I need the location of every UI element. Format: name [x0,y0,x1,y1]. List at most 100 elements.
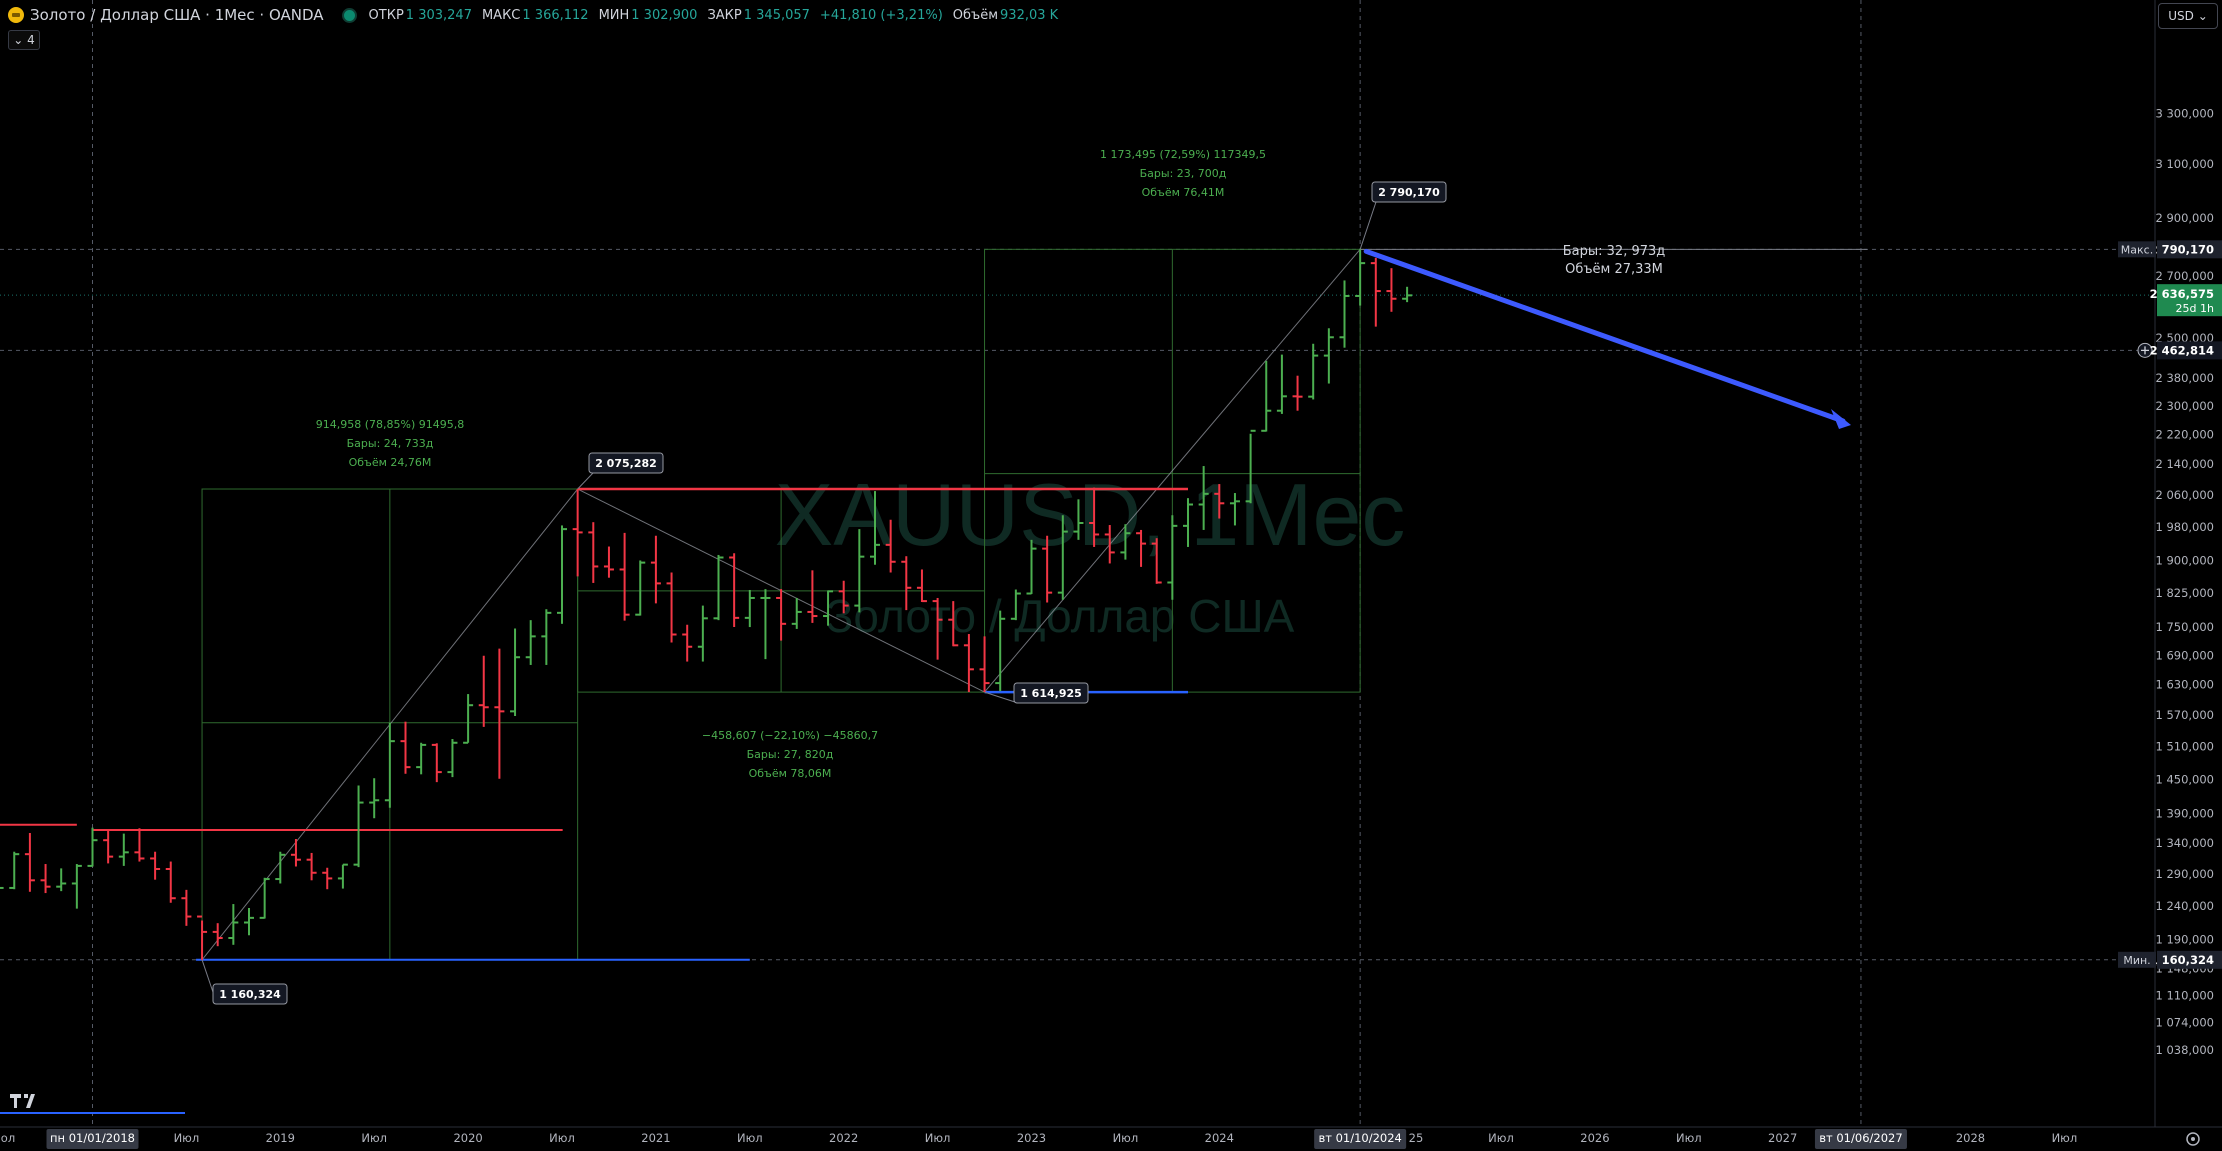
price-point-connector [1359,201,1377,250]
ohlc-bar [0,886,4,889]
ohlc-bar [24,833,35,892]
time-tick-label: 2022 [829,1131,858,1145]
time-tick-label: 2028 [1956,1131,1985,1145]
indicators-collapse-button[interactable]: ⌄ 4 [8,30,40,50]
symbol-header: Золото / Доллар США · 1Мес · OANDA ОТКР … [0,0,1068,30]
price-tick-label: 1 450,000 [2155,772,2214,786]
price-axis-badge: 2 790,170Макс. [2118,240,2222,259]
ohlc-bar [9,851,20,890]
watermark-symbol: XAUUSD, 1Mес [775,465,1406,564]
open-value: 1 303,247 [405,7,472,23]
ohlc-bar [494,648,505,779]
ohlc-bar [290,838,301,867]
ohlc-bar [1261,360,1272,432]
close-label: ЗАКР [707,7,742,23]
price-tick-label: 2 700,000 [2155,269,2214,283]
level-price-value: 1 160,324 [2150,953,2214,967]
ohlc-bar [306,852,317,881]
ohlc-bar [963,634,974,693]
settings-gear-icon-core [2191,1137,2195,1141]
ohlc-bar [400,721,411,774]
time-tick-label: Июл [1488,1131,1514,1145]
price-tick-label: 1 825,000 [2155,586,2214,600]
low-value: 1 302,900 [631,7,698,23]
time-tick-label-clipped: 25 [1409,1131,1424,1145]
symbol-title[interactable]: Золото / Доллар США · 1Мес · OANDA [30,6,324,24]
range-annotation-text: 1 173,495 (72,59%) 117349,5 [1100,148,1266,161]
close-value: 1 345,057 [743,7,810,23]
ohlc-bar [259,877,270,919]
ohlc-bar [384,722,395,808]
ohlc-bar [588,522,599,583]
ohlc-bar [807,570,818,623]
price-tick-label: 1 570,000 [2155,708,2214,722]
ohlc-bar [197,915,208,961]
market-status-icon[interactable] [341,7,357,23]
ohlc-bar [447,739,458,778]
tradingview-logo-icon[interactable] [10,1094,40,1108]
price-tick-label: 2 900,000 [2155,211,2214,225]
open-label: ОТКР [368,7,404,23]
range-annotation-text: 914,958 (78,85%) 91495,8 [316,418,465,431]
projection-annotation-text: Бары: 32, 973д [1563,244,1666,259]
price-tick-label: 1 690,000 [2155,648,2214,662]
ohlc-bar [1339,280,1350,348]
time-tick-label: Июл [549,1131,575,1145]
price-tick-label: 1 074,000 [2155,1015,2214,1029]
ohlc-bar [244,907,254,936]
time-axis: ол пн 01/01/2018 Июл 2019 Июл 2020 Июл 2021 Июл 2… [0,1126,2222,1151]
volume-value: 932,03 K [1000,7,1059,23]
price-point-label: 2 075,282 [577,452,664,490]
ohlc-bar [1370,257,1381,327]
price-axis: 3 300,0003 100,0002 900,0002 700,0002 50… [2118,0,2222,1151]
range-annotation-text: −458,607 (−22,10%) −45860,7 [702,729,878,742]
time-tick-label: Июл [174,1131,200,1145]
ohlc-bar [118,833,129,866]
ohlc-bar [776,589,787,641]
ohlc-bar [71,864,82,909]
ohlc-bar [212,923,223,947]
ohlc-bar [510,628,521,716]
price-tick-label: 1 290,000 [2155,867,2214,881]
time-tick-label: 2023 [1017,1131,1046,1145]
price-tick-label: 1 510,000 [2155,740,2214,754]
ohlc-bar [322,867,333,890]
price-point-connector [577,472,594,490]
gold-coin-icon [8,7,24,23]
price-chart[interactable]: XAUUSD, 1Mес Золото / Доллар США Бары: 32,… [0,0,2222,1151]
range-annotation-text: Объём 78,06M [749,767,832,780]
ohlc-bar [1323,328,1334,384]
time-tick-label: 2019 [266,1131,295,1145]
ohlc-bar [1355,249,1366,306]
time-highlight-label: вт 01/06/2027 [1819,1131,1902,1145]
ohlc-bar [1402,286,1413,303]
ohlc-bar [40,864,51,894]
time-highlight-label: пн 01/01/2018 [50,1131,135,1145]
price-point-connector [984,691,1019,704]
watermark-name: Золото / Доллар США [826,590,1295,642]
ohlc-bar [150,851,161,880]
ohlc-bar [353,785,364,868]
price-tick-label: 2 220,000 [2155,427,2214,441]
time-tick-label: Июл [361,1131,387,1145]
time-tick-label: 2026 [1580,1131,1609,1145]
low-label: МИН [598,7,630,23]
currency-select[interactable]: USD ⌄ [2158,3,2218,29]
price-point-label: 1 160,324 [201,959,288,1005]
price-tick-label: 1 340,000 [2155,836,2214,850]
time-tick-label: Июл [1676,1131,1702,1145]
price-tick-label: 3 100,000 [2155,157,2214,171]
range-annotation-text: Бары: 24, 733д [347,437,434,450]
price-point-value: 1 614,925 [1020,687,1082,700]
change-value: +41,810 (+3,21%) [819,7,943,23]
level-tag-label: Макс. [2121,243,2153,256]
price-tick-label: 1 190,000 [2155,932,2214,946]
ohlc-bar [979,636,990,693]
ohlc-bar [1308,343,1319,400]
price-point-value: 1 160,324 [219,988,281,1001]
countdown-value: 25d 1h [2176,302,2214,315]
crosshair-price-value: 2 462,814 [2150,343,2214,357]
range-annotation-text: Бары: 27, 820д [747,748,834,761]
ohlc-bar [635,560,646,616]
volume-label: Объём [952,7,999,23]
